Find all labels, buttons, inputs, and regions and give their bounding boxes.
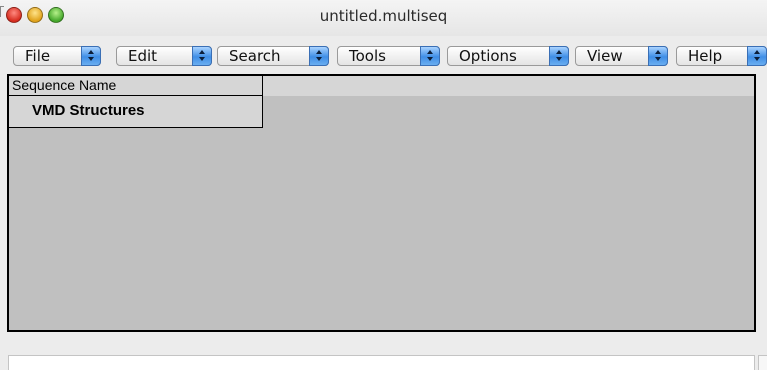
tools-menu-button[interactable]: Tools: [337, 46, 440, 66]
file-menu-label: File: [25, 47, 51, 65]
sequence-name-header[interactable]: Sequence Name: [9, 76, 263, 96]
title-bar[interactable]: untitled.multiseq: [0, 0, 767, 36]
options-menu-label: Options: [459, 47, 517, 65]
window-title: untitled.multiseq: [319, 7, 448, 25]
popup-arrows-icon: [420, 46, 440, 66]
popup-arrows-icon: [309, 46, 329, 66]
popup-arrows-icon: [81, 46, 101, 66]
tools-menu-label: Tools: [349, 47, 386, 65]
view-menu-button[interactable]: View: [575, 46, 668, 66]
search-menu-button[interactable]: Search: [217, 46, 329, 66]
view-menu-label: View: [587, 47, 623, 65]
menu-bar: File Edit Search Tools Options View Help: [0, 36, 767, 72]
edit-menu-button[interactable]: Edit: [116, 46, 212, 66]
popup-arrows-icon: [549, 46, 569, 66]
popup-arrows-icon: [747, 46, 767, 66]
edit-menu-label: Edit: [128, 47, 158, 65]
popup-arrows-icon: [192, 46, 212, 66]
status-side-control[interactable]: [758, 355, 767, 370]
options-menu-button[interactable]: Options: [447, 46, 569, 66]
help-menu-label: Help: [688, 47, 723, 65]
popup-arrows-icon: [648, 46, 668, 66]
status-field[interactable]: [8, 355, 755, 370]
sequence-group-row[interactable]: VMD Structures: [9, 96, 263, 128]
help-menu-button[interactable]: Help: [676, 46, 767, 66]
file-menu-button[interactable]: File: [13, 46, 101, 66]
app-window: untitled.multiseq File Edit Search Tools…: [0, 0, 767, 370]
sequence-panel[interactable]: Sequence Name VMD Structures: [7, 74, 756, 332]
search-menu-label: Search: [229, 47, 281, 65]
